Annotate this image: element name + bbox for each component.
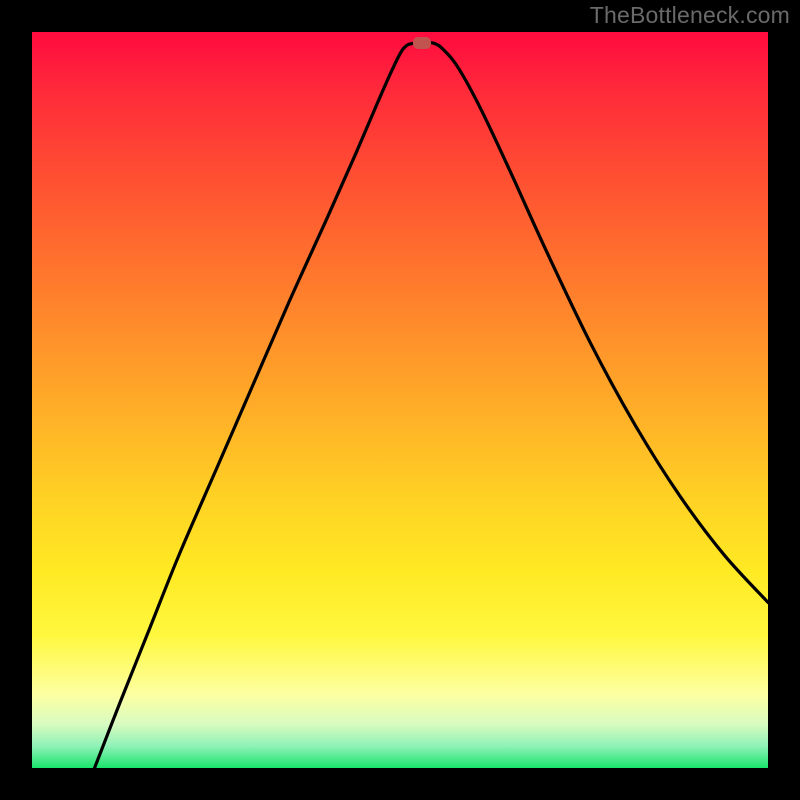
chart-stage: TheBottleneck.com xyxy=(0,0,800,800)
watermark-label: TheBottleneck.com xyxy=(590,2,790,29)
bottleneck-curve xyxy=(32,32,768,768)
optimal-point-marker xyxy=(413,37,431,49)
plot-area xyxy=(32,32,768,768)
bottleneck-curve-path xyxy=(95,42,768,768)
